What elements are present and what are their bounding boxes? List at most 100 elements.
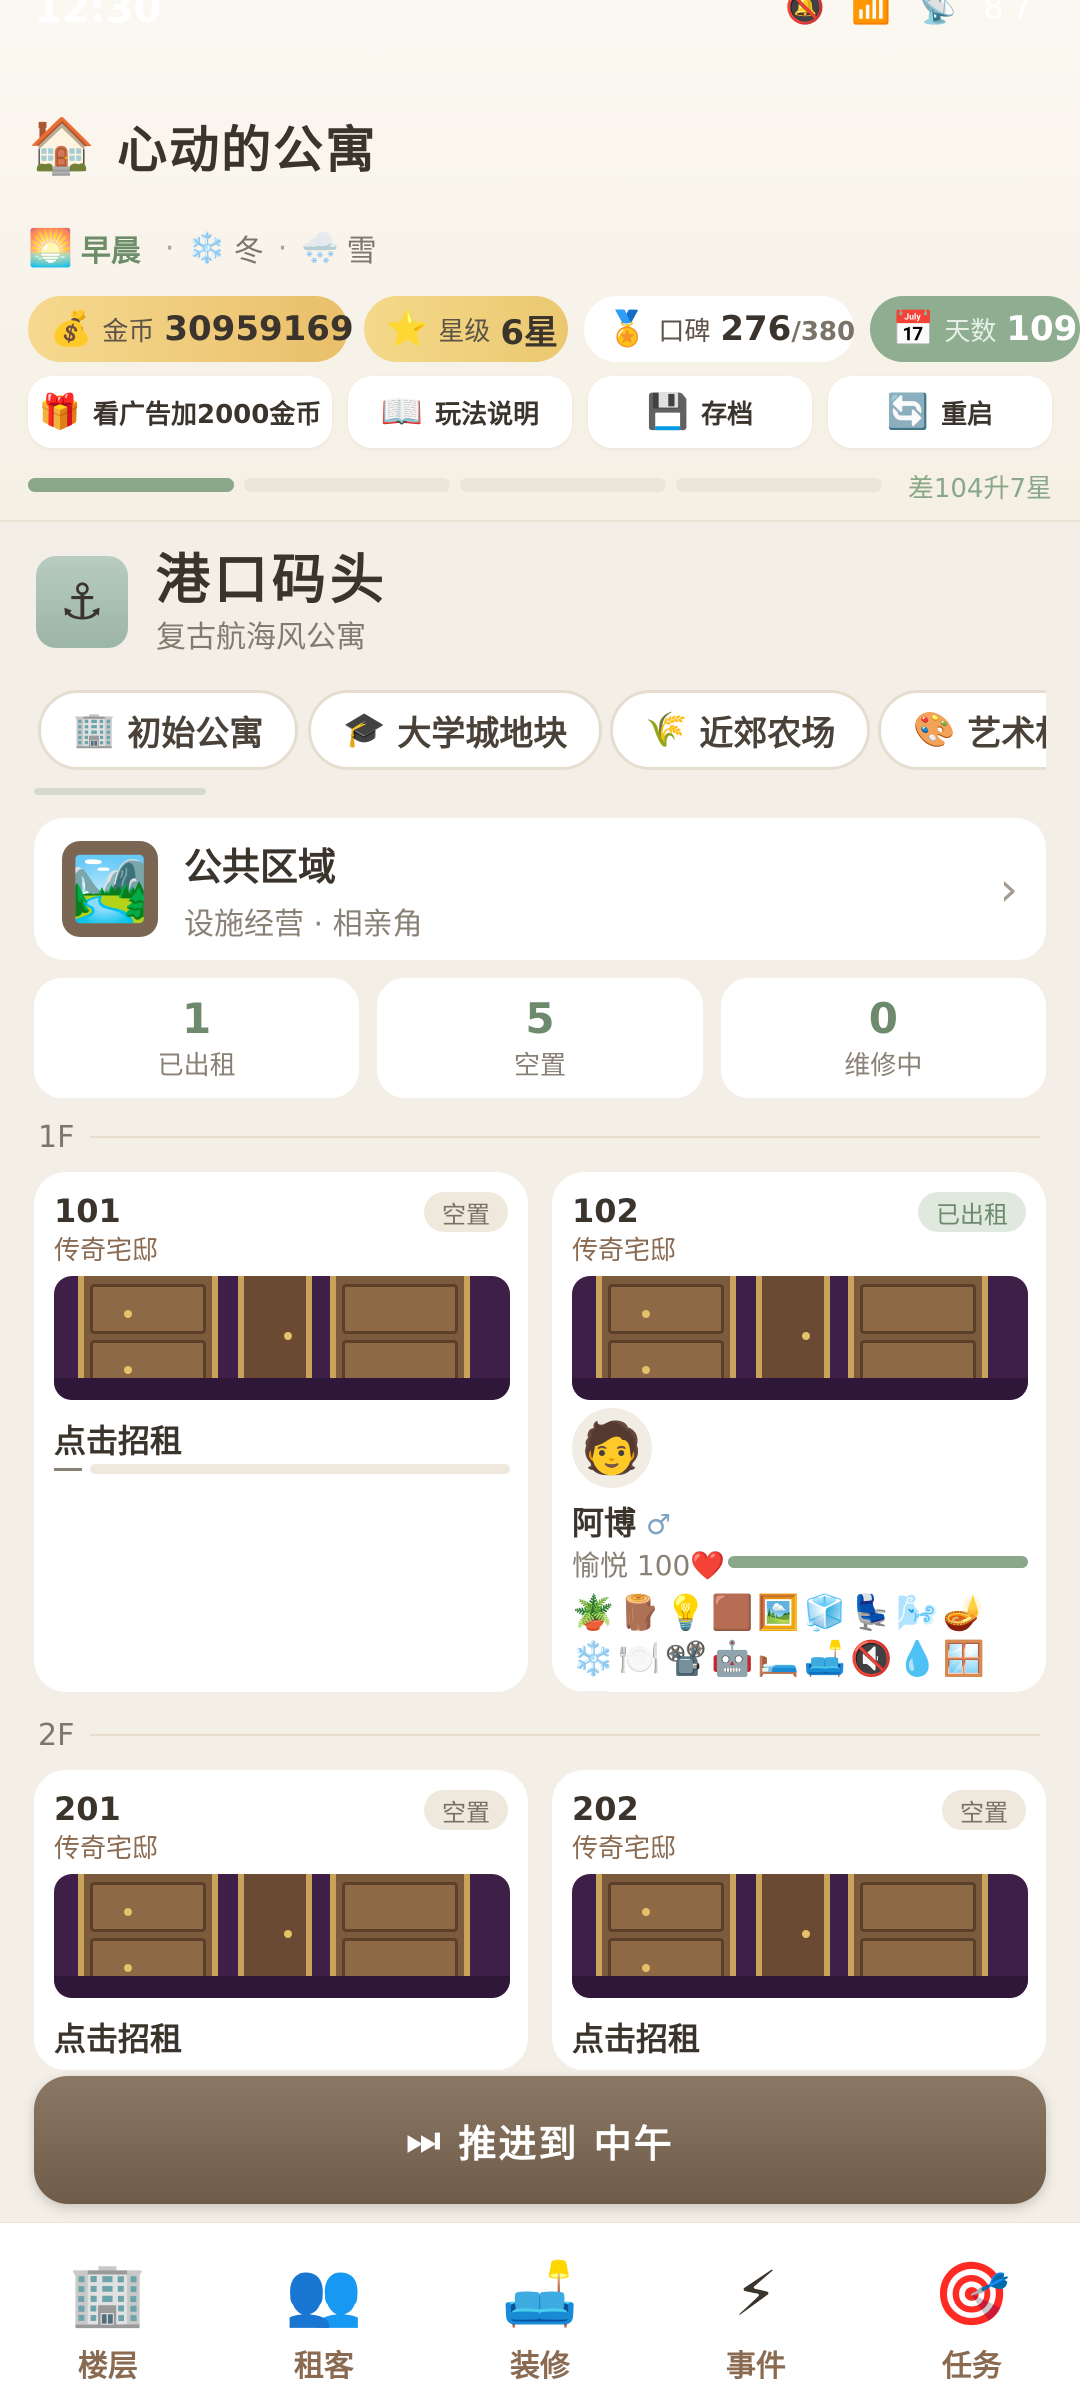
drawer (608, 1284, 724, 1334)
fast-forward-icon: ⏭ (406, 2117, 443, 2162)
room-counts: 1 已出租 5 空置 0 维修中 (34, 978, 1046, 1098)
room-card-202[interactable]: 202 传奇宅邸 空置 点击招租 (552, 1770, 1046, 2070)
tab-label: 装修 (510, 2349, 570, 2384)
status-badge: 已出租 (918, 1192, 1026, 1232)
chip-university[interactable]: 🎓 大学城地块 (308, 690, 603, 770)
knob (642, 1366, 650, 1374)
watch-ad-label: 看广告加2000金币 (92, 399, 322, 430)
gold-value: 30959169 (164, 309, 354, 349)
star-label: 星级 (438, 316, 491, 347)
tab-events[interactable]: ⚡ 事件 (676, 2223, 836, 2400)
knob (124, 1310, 132, 1318)
save-button[interactable]: 💾 存档 (588, 376, 812, 448)
tab-tenants[interactable]: 👥 租客 (244, 2223, 404, 2400)
restart-button[interactable]: 🔄 重启 (828, 376, 1052, 448)
floppy-disk-icon: 💾 (646, 392, 690, 432)
reputation-current: 276 (720, 309, 792, 349)
public-area-text: 公共区域 设施经营 · 相亲角 (184, 836, 423, 943)
drawer (90, 1284, 206, 1334)
floor-divider (90, 1136, 1040, 1138)
star-stat: ⭐ 星级 6星 (364, 296, 568, 362)
snow-cloud-icon: 🌨️ (301, 230, 339, 266)
chip-scrollbar[interactable] (34, 788, 206, 795)
room-interior-image (54, 1276, 510, 1400)
public-area-subtitle: 设施经营 · 相亲角 (184, 906, 423, 942)
knob (124, 1908, 132, 1916)
dash (54, 1468, 82, 1471)
count-rented: 1 已出租 (34, 978, 360, 1098)
office-building-icon: 🏢 (73, 710, 116, 750)
floor-divider (90, 1734, 1040, 1736)
drawer (860, 1882, 976, 1932)
time-of-day: 早晨 (80, 234, 141, 269)
restart-label: 重启 (941, 399, 994, 430)
rent-out-prompt: 点击招租 (572, 2020, 701, 2058)
progress-segment (244, 478, 450, 492)
room-progress-bar (90, 1464, 510, 1474)
status-badge: 空置 (424, 1192, 508, 1232)
tab-label: 任务 (942, 2349, 1002, 2384)
advance-time-button[interactable]: ⏭ 推进到 中午 (34, 2076, 1046, 2204)
chip-farm[interactable]: 🌾 近郊农场 (610, 690, 871, 770)
star-icon: ⭐ (386, 309, 429, 349)
separator: · (277, 230, 288, 266)
room-number: 101 (54, 1192, 121, 1230)
medal-icon: 🏅 (606, 309, 649, 349)
drawer (860, 1284, 976, 1334)
separator: · (164, 230, 175, 266)
tab-tasks[interactable]: 🎯 任务 (892, 2223, 1052, 2400)
status-icons: 🔕 📶 📡 87 (785, 0, 1040, 26)
room-type: 传奇宅邸 (572, 1236, 677, 1266)
status-badge: 空置 (424, 1790, 508, 1830)
reputation-value: 276/380 (720, 309, 855, 349)
header-divider (0, 520, 1080, 522)
house-icon: 🏠 (28, 114, 96, 177)
count-value: 0 (868, 994, 898, 1043)
location-chips: 🏢 初始公寓 🎓 大学城地块 🌾 近郊农场 🎨 艺术村 (38, 690, 1046, 772)
count-value: 1 (182, 994, 212, 1043)
tab-label: 事件 (726, 2349, 786, 2384)
chip-label: 近郊农场 (699, 713, 836, 754)
count-repair: 0 维修中 (720, 978, 1046, 1098)
knob (802, 1332, 810, 1340)
chip-initial-apartment[interactable]: 🏢 初始公寓 (38, 690, 299, 770)
knob (642, 1908, 650, 1916)
chip-art-village[interactable]: 🎨 艺术村 (878, 690, 1046, 770)
room-card-102[interactable]: 102 传奇宅邸 已出租 🧑 阿博 ♂ 愉悦 100❤️ 🪴🪵💡🟫🖼️🧊💺🌬️🪔❄… (552, 1172, 1046, 1692)
watch-ad-button[interactable]: 🎁 看广告加2000金币 (28, 376, 332, 448)
knob (802, 1930, 810, 1938)
location-text: 港口码头 复古航海风公寓 (156, 548, 388, 656)
room-card-201[interactable]: 201 传奇宅邸 空置 点击招租 (34, 1770, 528, 2070)
tab-decorate[interactable]: 🛋️ 装修 (460, 2223, 620, 2400)
sunrise-icon: 🌅 (28, 228, 73, 269)
gold-label: 金币 (102, 316, 155, 347)
drawer (342, 1284, 458, 1334)
guide-button[interactable]: 📖 玩法说明 (348, 376, 572, 448)
restart-icon: 🔄 (886, 392, 930, 432)
book-icon: 📖 (380, 392, 424, 432)
floor-band (572, 1976, 1028, 1998)
male-icon: ♂ (646, 1508, 672, 1541)
chip-label: 初始公寓 (127, 713, 264, 754)
tenant-avatar[interactable]: 🧑 (572, 1408, 652, 1488)
snowflake-icon: ❄️ (188, 230, 226, 266)
tab-label: 租客 (294, 2349, 354, 2384)
status-bar: 12:30 🔕 📶 📡 87 (0, 0, 1080, 40)
gold-stat: 💰 金币 30959169 (28, 296, 354, 362)
bottom-tab-bar: 🏢 楼层 👥 租客 🛋️ 装修 ⚡ 事件 🎯 任务 (0, 2222, 1080, 2400)
public-area-card[interactable]: 🏞️ 公共区域 设施经营 · 相亲角 › (34, 818, 1046, 960)
drawer (90, 1882, 206, 1932)
building-icon: 🏢 (69, 2257, 147, 2330)
knob (124, 1964, 132, 1972)
room-card-101[interactable]: 101 传奇宅邸 空置 点击招租 (34, 1172, 528, 1692)
knob (284, 1930, 292, 1938)
tenant-mood: 愉悦 100❤️ (572, 1549, 726, 1582)
knob (642, 1964, 650, 1972)
tab-floors[interactable]: 🏢 楼层 (28, 2223, 188, 2400)
money-bag-icon: 💰 (50, 309, 93, 349)
knob (642, 1310, 650, 1318)
landscape-icon: 🏞️ (62, 841, 158, 937)
calendar-icon: 📅 (892, 309, 935, 349)
room-number: 102 (572, 1192, 639, 1230)
graduation-cap-icon: 🎓 (343, 710, 386, 750)
